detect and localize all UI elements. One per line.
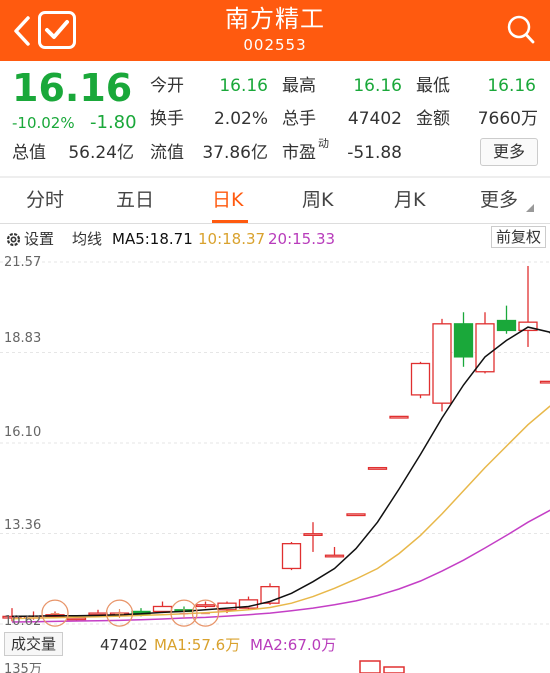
- low-label: 最低: [416, 76, 450, 96]
- ma10-value: 10:18.37: [198, 230, 266, 248]
- ma10-line: [11, 405, 550, 620]
- active-tab-indicator: [212, 220, 248, 223]
- tab-weekly-k[interactable]: 周K: [302, 188, 333, 212]
- pe-value: -51.88: [347, 143, 402, 163]
- turnover-label: 换手: [150, 109, 184, 129]
- change-amount: -1.80: [90, 112, 137, 133]
- low-value: 16.16: [487, 76, 536, 96]
- amount-value: 7660万: [477, 109, 538, 129]
- candle-body: [346, 513, 366, 517]
- candle-body: [367, 466, 388, 470]
- volume-value: 47402: [347, 109, 402, 129]
- total-cap-label: 总值: [12, 143, 46, 163]
- ma20-line: [11, 509, 550, 623]
- more-caret-icon: [526, 204, 534, 212]
- candle-body: [496, 319, 517, 332]
- candle-body: [66, 617, 87, 621]
- candle-body: [410, 362, 431, 396]
- turnover-value: 2.02%: [213, 109, 268, 129]
- event-marker-sign: +: [114, 606, 126, 622]
- volume-bars: [359, 660, 405, 673]
- tab-monthly-k[interactable]: 月K: [394, 188, 425, 212]
- tab-daily-k[interactable]: 日K: [212, 188, 243, 212]
- volume-value: 47402: [100, 636, 148, 654]
- volume-tick-label: 135万: [4, 662, 42, 673]
- pe-dynamic-mark: 动: [318, 137, 329, 150]
- candle-body: [260, 585, 280, 604]
- event-marker-sign: −: [200, 606, 212, 622]
- open-value: 16.16: [219, 76, 268, 96]
- float-cap-label: 流值: [150, 143, 184, 163]
- search-icon[interactable]: [506, 14, 536, 46]
- amount-label: 金额: [416, 109, 450, 129]
- event-marker-sign: −: [49, 606, 61, 622]
- pe-label: 市盈: [282, 143, 316, 163]
- high-label: 最高: [282, 76, 316, 96]
- quote-panel: 16.16 -10.02% -1.80 今开 16.16 最高 16.16 最低…: [0, 61, 550, 176]
- candle-body: [389, 415, 409, 419]
- candle-body: [152, 605, 173, 613]
- change-percent: -10.02%: [12, 114, 75, 132]
- high-value: 16.16: [353, 76, 402, 96]
- ma-label: 均线: [72, 230, 103, 248]
- tab-five-day[interactable]: 五日: [116, 188, 154, 212]
- ma-legend: 设置 均线 MA5:18.71 10:18.37 20:15.33 前复权: [0, 226, 550, 252]
- candle-body: [453, 323, 474, 358]
- y-tick-label: 21.57: [4, 255, 42, 270]
- y-tick-label: 18.83: [4, 331, 42, 346]
- candle-body: [281, 543, 302, 570]
- y-tick-label: 13.36: [4, 518, 42, 533]
- kline-svg: − + + −: [0, 261, 550, 627]
- ma5-line: [11, 326, 550, 618]
- candle-body: [324, 554, 345, 558]
- tab-intraday[interactable]: 分时: [26, 188, 64, 212]
- candle-body: [432, 323, 452, 404]
- more-quote-button[interactable]: 更多: [480, 138, 538, 166]
- y-tick-label: 16.10: [4, 425, 42, 440]
- vol-ma1: MA1:57.6万: [154, 636, 241, 654]
- last-price: 16.16: [12, 66, 133, 110]
- top-bar: 南方精工 002553: [0, 0, 550, 61]
- event-marker-sign: +: [178, 606, 190, 622]
- vol-ma2: MA2:67.0万: [250, 636, 337, 654]
- adjust-mode-button[interactable]: 前复权: [490, 226, 546, 248]
- float-cap-value: 37.86亿: [202, 143, 268, 163]
- open-label: 今开: [150, 76, 184, 96]
- period-tabs: 分时 五日 日K 周K 月K 更多: [0, 178, 550, 224]
- tab-more[interactable]: 更多: [480, 188, 518, 212]
- volume-bar: [383, 666, 405, 673]
- ma20-value: 20:15.33: [268, 230, 336, 248]
- stock-name: 南方精工: [225, 5, 325, 33]
- y-tick-label: 10.62: [4, 614, 42, 629]
- settings-button[interactable]: 设置: [24, 226, 54, 252]
- volume-label: 总手: [282, 109, 316, 129]
- candle-body: [539, 380, 550, 384]
- volume-legend: 成交量 47402 MA1:57.6万 MA2:67.0万: [0, 632, 550, 658]
- stock-code: 002553: [243, 36, 307, 54]
- kline-chart[interactable]: − + + − 21.57 18.83 16.10 13.36 10.62: [0, 252, 550, 632]
- gear-icon[interactable]: [5, 231, 22, 248]
- volume-bar: [359, 660, 381, 673]
- ma5-value: MA5:18.71: [112, 230, 193, 248]
- total-cap-value: 56.24亿: [68, 143, 134, 163]
- volume-indicator-button[interactable]: 成交量: [4, 632, 64, 656]
- candle-body: [303, 533, 323, 536]
